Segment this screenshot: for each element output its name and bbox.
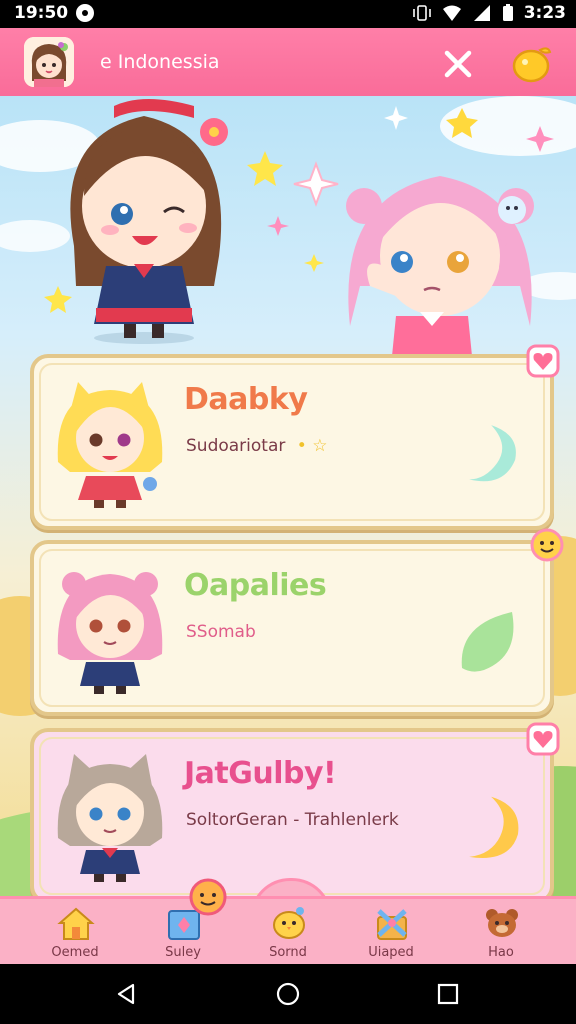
character-card[interactable]: Oapalies SSomab: [30, 528, 564, 716]
nav-item-home[interactable]: Oemed: [30, 899, 120, 967]
status-time: 19:50: [14, 3, 69, 23]
nav-label: Oemed: [51, 945, 99, 960]
card-subtitle: SSomab: [186, 622, 256, 642]
nav-item-bear[interactable]: Hao: [456, 899, 546, 967]
card-subtitle: SoltorGeran - Trahlenlerk: [186, 810, 399, 830]
back-icon[interactable]: [114, 982, 138, 1006]
brown-hair-girl-illustration: [70, 99, 228, 344]
nav-item-gift[interactable]: Uiaped: [346, 899, 436, 967]
heart-icon[interactable]: [526, 344, 560, 378]
pink-hair-boy-icon: [57, 572, 163, 694]
recents-icon[interactable]: [436, 982, 460, 1006]
gift-box-icon: [377, 909, 407, 940]
card-title: Daabky: [184, 382, 308, 417]
pink-hair-girl-illustration: [346, 176, 534, 356]
nav-label: Uiaped: [368, 945, 414, 960]
card-title: Oapalies: [184, 568, 327, 603]
blonde-cat-girl-icon: [57, 382, 163, 508]
status-bar: 19:50 3:23: [0, 0, 576, 28]
status-clock: 3:23: [523, 3, 566, 23]
wifi-icon: [442, 5, 461, 21]
notification-dot-icon: [76, 4, 95, 22]
vibrate-icon: [412, 5, 431, 21]
signal-icon: [473, 5, 490, 21]
chick-icon: [273, 907, 305, 939]
bottom-nav: Oemed Suley Sornd Uiaped Hao: [0, 878, 576, 967]
smile-face-icon: [189, 878, 227, 916]
yellow-moon-icon: [469, 796, 519, 858]
app-title: e Indonessia: [100, 51, 220, 73]
main-content: Daabky Sudoariotar • ☆ Oapalies SSomab J…: [0, 96, 576, 896]
nav-item-center[interactable]: Sornd: [243, 899, 333, 967]
smile-face-icon[interactable]: [530, 528, 564, 562]
character-card[interactable]: JatGulby! SoltorGeran - Trahlenlerk: [30, 722, 560, 896]
lemon-icon[interactable]: [510, 42, 554, 84]
battery-icon: [502, 4, 513, 21]
nav-label: Hao: [488, 945, 514, 960]
star-icon: • ☆: [296, 436, 328, 456]
nav-label: Suley: [165, 945, 201, 960]
profile-avatar[interactable]: [24, 37, 74, 87]
gray-cat-girl-icon: [57, 754, 163, 882]
app-bar: e Indonessia: [0, 28, 576, 98]
house-icon: [57, 907, 95, 940]
card-title: JatGulby!: [184, 756, 337, 791]
nav-label: Sornd: [269, 945, 307, 960]
system-nav-bar: [0, 964, 576, 1024]
heart-icon[interactable]: [526, 722, 560, 756]
card-subtitle: Sudoariotar • ☆: [186, 436, 328, 456]
home-icon[interactable]: [276, 982, 300, 1006]
app-screen: 19:50 3:23 e Indonessia Daabky Sudoariot…: [0, 0, 576, 1024]
avatar-girl-icon: [24, 37, 74, 87]
green-leaf-icon: [461, 612, 514, 672]
mint-moon-icon: [469, 425, 516, 482]
bear-icon: [486, 909, 518, 937]
close-icon[interactable]: [440, 46, 476, 82]
character-card[interactable]: Daabky Sudoariotar • ☆: [30, 344, 560, 530]
